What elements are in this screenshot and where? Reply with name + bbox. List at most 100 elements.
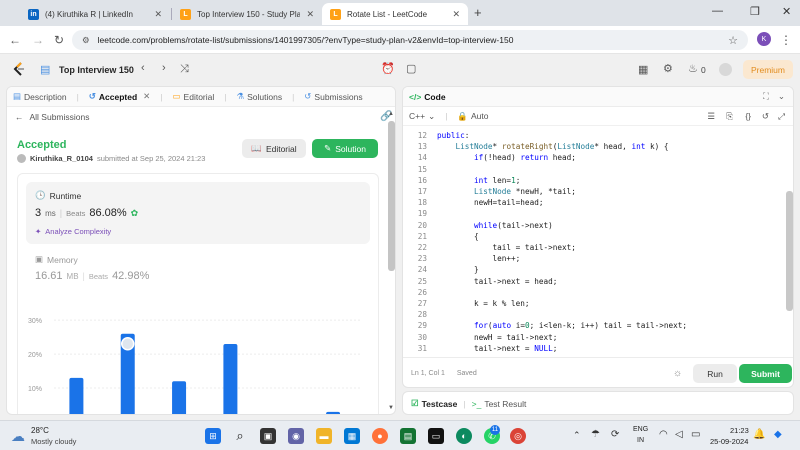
app-icon[interactable]: ▤ <box>400 428 416 444</box>
format-icon[interactable]: ☰ <box>707 111 715 122</box>
code-line[interactable]: 13 ListNode* rotateRight(ListNode* head,… <box>403 142 783 153</box>
tab-accepted[interactable]: ↺ Accepted ✕ <box>89 91 151 102</box>
layout-grid-icon[interactable]: ▦ <box>638 63 648 76</box>
battery-icon[interactable]: ▭ <box>691 429 700 440</box>
tab-submissions[interactable]: ↺ Submissions <box>304 91 362 102</box>
solution-button[interactable]: ✎ Solution <box>312 139 378 158</box>
code-line[interactable]: 21 { <box>403 232 783 243</box>
code-line[interactable]: 19 <box>403 209 783 220</box>
site-info-icon[interactable]: ⚙ <box>82 35 90 46</box>
code-line[interactable]: 17 ListNode *newH, *tail; <box>403 187 783 198</box>
collapse-chevron-icon[interactable]: ⌄ <box>778 91 785 102</box>
tab-testcase[interactable]: ☑ Testcase <box>411 398 457 409</box>
maximize-icon[interactable]: ❐ <box>750 5 760 18</box>
code-line[interactable]: 30 newH = tail->next; <box>403 333 783 344</box>
code-scroll-thumb[interactable] <box>786 191 793 311</box>
close-tab-icon[interactable]: ✕ <box>154 9 162 20</box>
scroll-up-icon[interactable]: ▲ <box>388 111 394 117</box>
next-problem-icon[interactable]: › <box>162 62 166 74</box>
language-code[interactable]: ENG <box>633 426 648 433</box>
auto-mode-toggle[interactable]: 🔒 Auto <box>457 111 488 122</box>
scroll-down-icon[interactable]: ▼ <box>388 405 394 411</box>
timer-icon[interactable]: ⏰ <box>381 62 395 75</box>
code-line[interactable]: 20 while(tail->next) <box>403 221 783 232</box>
editorial-button[interactable]: 📖 Editorial <box>242 139 306 158</box>
close-tab-icon[interactable]: ✕ <box>306 9 314 20</box>
tab-test-result[interactable]: >_ Test Result <box>472 399 527 409</box>
reload-icon[interactable]: ↻ <box>54 33 64 47</box>
store-icon[interactable]: ▦ <box>344 428 360 444</box>
code-line[interactable]: 29 for(auto i=0; i<len-k; i++) tail = ta… <box>403 321 783 332</box>
chart-bar[interactable] <box>69 377 84 415</box>
all-submissions-link[interactable]: ← All Submissions <box>15 112 90 122</box>
study-plan-title[interactable]: Top Interview 150 <box>59 65 134 75</box>
bookmark-icon[interactable]: ⎘ <box>726 111 733 122</box>
chat-icon[interactable]: ◉ <box>288 428 304 444</box>
reset-icon[interactable]: ↺ <box>762 111 769 122</box>
chart-bar[interactable] <box>326 411 341 415</box>
close-tab-icon[interactable]: ✕ <box>143 91 150 102</box>
shuffle-icon[interactable]: ⤨ <box>180 63 189 76</box>
runtime-card[interactable]: 🕒 Runtime 3 ms | Beats 86.08% ✿ ✦ Analyz… <box>26 182 370 244</box>
back-arrow-icon[interactable]: ← <box>9 33 21 47</box>
notes-lamp-icon[interactable]: ☼ <box>673 368 682 379</box>
analyze-complexity-link[interactable]: ✦ Analyze Complexity <box>35 227 111 236</box>
close-window-icon[interactable]: ✕ <box>782 5 791 18</box>
windows-start-icon[interactable]: ⊞ <box>205 428 221 444</box>
code-line[interactable]: 28 <box>403 310 783 321</box>
weather-cloud-icon[interactable]: ☁ <box>11 428 25 445</box>
tray-chevron-icon[interactable]: ⌃ <box>573 430 581 441</box>
close-tab-icon[interactable]: ✕ <box>452 9 460 20</box>
chart-bar[interactable] <box>223 343 238 415</box>
tray-app-icon[interactable]: ☂ <box>591 429 600 440</box>
forward-arrow-icon[interactable]: → <box>32 33 44 47</box>
language-select[interactable]: C++ ⌄ <box>409 111 435 122</box>
chrome-icon[interactable]: ◎ <box>510 428 526 444</box>
tray-sync-icon[interactable]: ⟳ <box>611 429 619 440</box>
profile-avatar[interactable]: K <box>757 32 771 46</box>
code-line[interactable]: 14 if(!head) return head; <box>403 153 783 164</box>
code-line[interactable]: 24 } <box>403 265 783 276</box>
username[interactable]: Kiruthika_R_0104 <box>30 154 93 163</box>
code-line[interactable]: 25 tail->next = head; <box>403 277 783 288</box>
code-line[interactable]: 23 len++; <box>403 254 783 265</box>
edge-icon[interactable]: ◐ <box>456 428 472 444</box>
code-line[interactable]: 22 tail = tail->next; <box>403 243 783 254</box>
runtime-distribution-chart[interactable]: 30% 20% 10% <box>26 302 370 415</box>
settings-gear-icon[interactable]: ⚙ <box>663 62 673 75</box>
tab-description[interactable]: ▤ Description <box>13 91 67 102</box>
leetcode-logo-icon[interactable] <box>13 62 26 76</box>
tab-editorial[interactable]: ▭ Editorial <box>173 91 215 102</box>
code-line[interactable]: 18 newH=tail=head; <box>403 198 783 209</box>
braces-icon[interactable]: {} <box>745 111 751 121</box>
browser-tab-study-plan[interactable]: L Top Interview 150 - Study Plan ✕ <box>172 3 322 25</box>
new-tab-icon[interactable]: + <box>474 5 482 20</box>
code-line[interactable]: 27 k = k % len; <box>403 299 783 310</box>
fire-streak-icon[interactable]: ♨ <box>688 62 698 75</box>
weather-temp[interactable]: 28°C <box>31 426 49 435</box>
code-line[interactable]: 12 public: <box>403 131 783 142</box>
scroll-thumb[interactable] <box>388 121 395 271</box>
premium-button[interactable]: Premium <box>743 60 793 79</box>
user-avatar[interactable] <box>719 63 732 76</box>
notification-bell-icon[interactable]: 🔔 <box>753 429 765 440</box>
memory-card[interactable]: ▣ Memory 16.61 MB | Beats 42.98% <box>26 252 370 292</box>
clock-time[interactable]: 21:23 <box>730 426 749 435</box>
tab-solutions[interactable]: ⚗ Solutions <box>236 91 282 102</box>
copilot-icon[interactable]: ◆ <box>774 429 782 440</box>
task-view-icon[interactable]: ▣ <box>260 428 276 444</box>
wifi-icon[interactable]: ◠ <box>659 429 668 440</box>
terminal-app-icon[interactable]: ▭ <box>428 428 444 444</box>
code-line[interactable]: 16 int len=1; <box>403 176 783 187</box>
code-tab[interactable]: </> Code <box>409 92 446 102</box>
address-bar[interactable]: ⚙ leetcode.com/problems/rotate-list/subm… <box>72 30 748 50</box>
minimize-icon[interactable]: — <box>712 5 723 17</box>
chart-bar[interactable] <box>172 381 187 415</box>
submit-button[interactable]: Submit <box>739 364 792 383</box>
code-line[interactable]: 26 <box>403 288 783 299</box>
search-icon[interactable]: ⌕ <box>232 428 248 444</box>
code-line[interactable]: 31 tail->next = NULL; <box>403 344 783 355</box>
volume-icon[interactable]: ◁ <box>675 429 683 440</box>
run-button[interactable]: Run <box>693 364 737 383</box>
bookmark-star-icon[interactable]: ☆ <box>728 34 738 47</box>
